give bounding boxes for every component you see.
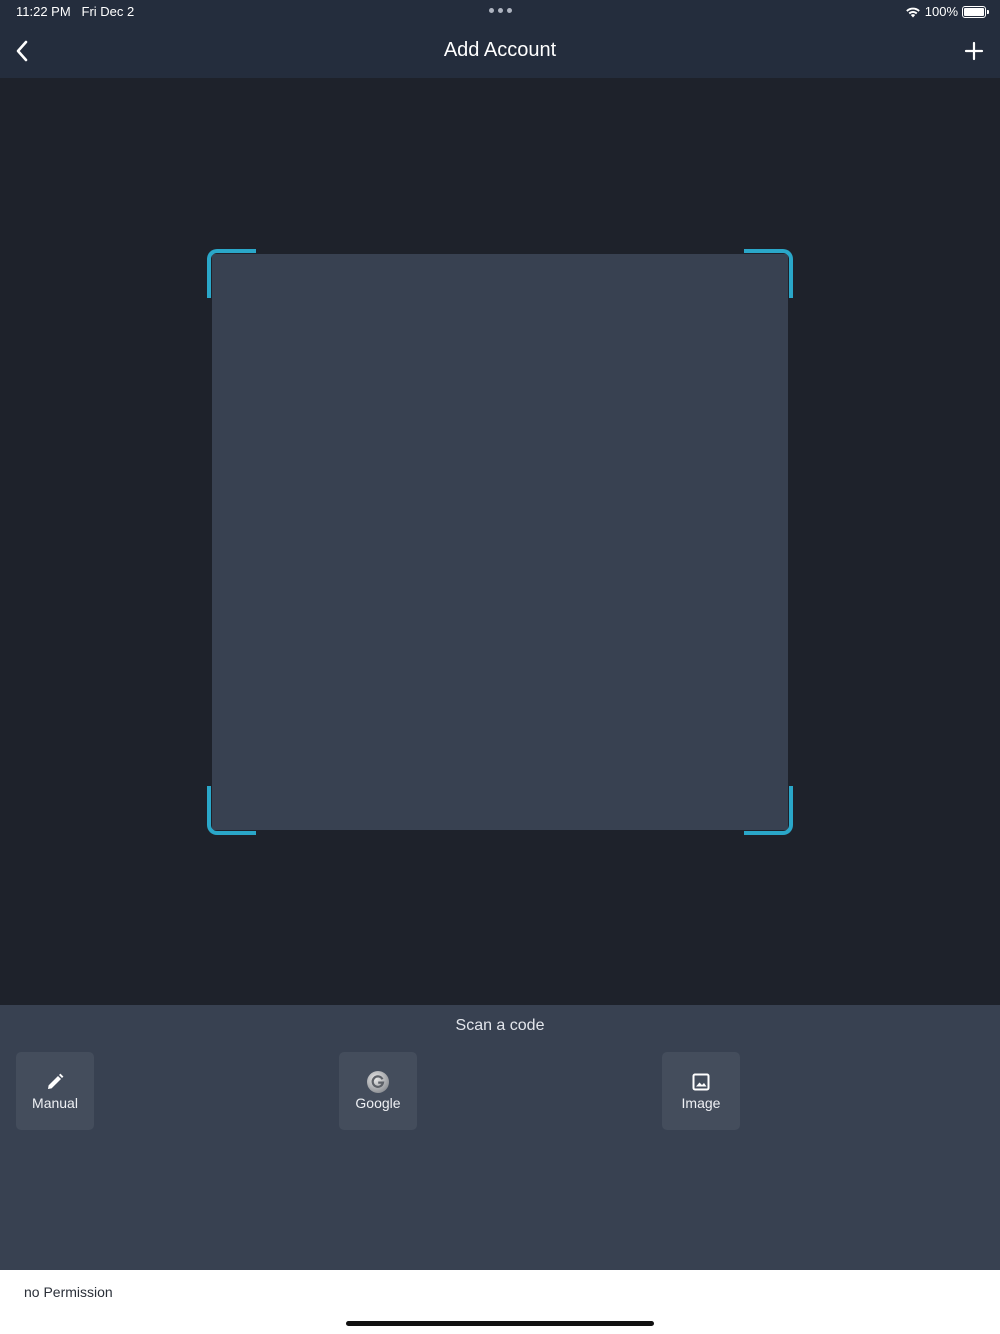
google-label: Google: [355, 1095, 401, 1111]
image-icon: [692, 1073, 710, 1091]
viewfinder-corner-bottom-left: [207, 786, 256, 835]
status-bar: 11:22 PM Fri Dec 2 100%: [0, 0, 1000, 24]
manual-button[interactable]: Manual: [16, 1052, 94, 1130]
scan-viewfinder: [212, 254, 788, 830]
wifi-icon: [905, 7, 920, 17]
battery-icon: [962, 5, 989, 18]
pencil-icon: [48, 1073, 64, 1089]
multitasking-dots-icon[interactable]: [489, 8, 512, 13]
manual-label: Manual: [32, 1095, 78, 1111]
toast-message: no Permission: [24, 1284, 113, 1300]
options-panel: Scan a code Manual Google Image: [0, 1005, 1000, 1270]
page-title: Add Account: [443, 39, 557, 61]
image-label: Image: [681, 1095, 721, 1111]
google-icon: [367, 1071, 389, 1093]
google-button[interactable]: Google: [339, 1052, 417, 1130]
add-button[interactable]: [960, 36, 988, 66]
image-button[interactable]: Image: [662, 1052, 740, 1130]
battery-percent: 100%: [924, 4, 958, 19]
status-right: 100%: [905, 4, 989, 19]
home-indicator[interactable]: [346, 1321, 654, 1326]
scan-label: Scan a code: [455, 1017, 545, 1034]
viewfinder-corner-top-right: [744, 249, 793, 298]
viewfinder-corner-top-left: [207, 249, 256, 298]
nav-bar: Add Account: [0, 24, 1000, 78]
plus-icon: [964, 41, 984, 61]
viewfinder-corner-bottom-right: [744, 786, 793, 835]
status-time: 11:22 PM Fri Dec 2: [16, 4, 135, 19]
